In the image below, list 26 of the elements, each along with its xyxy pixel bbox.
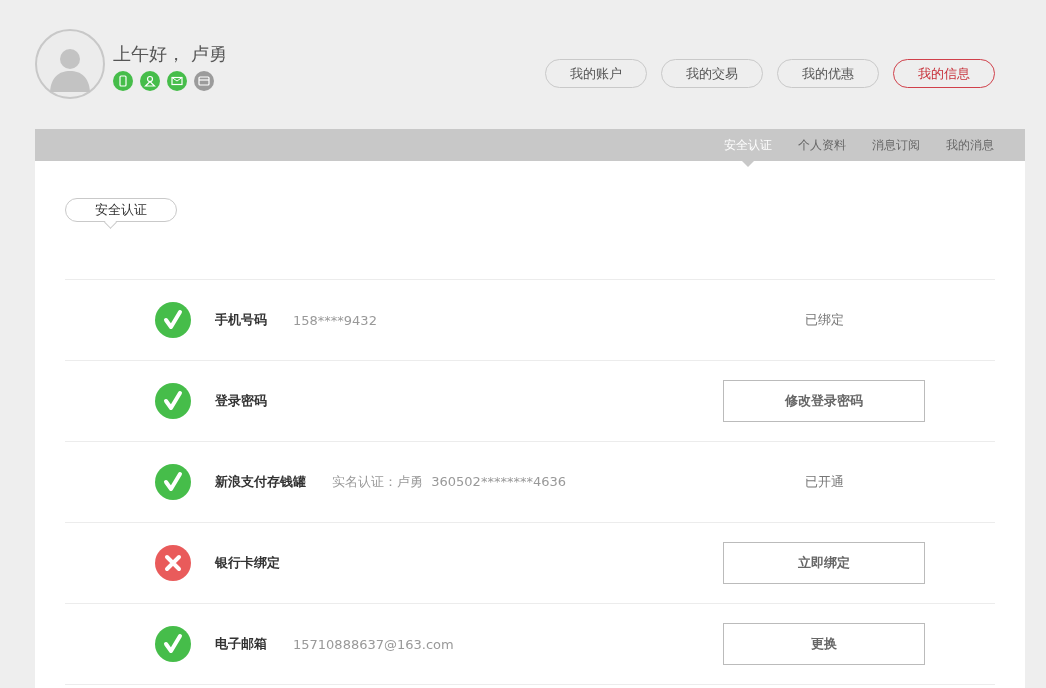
person-icon[interactable] bbox=[140, 71, 160, 91]
nav-button[interactable]: 我的优惠 bbox=[777, 59, 879, 88]
card-icon[interactable] bbox=[194, 71, 214, 91]
status-text: 已开通 bbox=[804, 473, 844, 491]
item-label: 新浪支付存钱罐 bbox=[215, 473, 306, 491]
item-label: 手机号码 bbox=[215, 311, 267, 329]
envelope-icon[interactable] bbox=[167, 71, 187, 91]
item-detail: 15710888637@163.com bbox=[293, 636, 454, 652]
phone-icon[interactable] bbox=[113, 71, 133, 91]
tab[interactable]: 个人资料 bbox=[787, 129, 857, 161]
tab[interactable]: 我的消息 bbox=[935, 129, 1005, 161]
action-button[interactable]: 更换 bbox=[723, 623, 925, 665]
nav-button[interactable]: 我的信息 bbox=[893, 59, 995, 88]
nav-button[interactable]: 我的账户 bbox=[545, 59, 647, 88]
item-detail: 实名认证：卢勇 360502********4636 bbox=[332, 473, 566, 491]
action-button[interactable]: 立即绑定 bbox=[723, 542, 925, 584]
action-button[interactable]: 修改登录密码 bbox=[723, 380, 925, 422]
avatar-silhouette-icon bbox=[35, 29, 105, 99]
item-label: 登录密码 bbox=[215, 392, 267, 410]
greeting: 上午好， 卢勇 bbox=[113, 42, 227, 66]
item-label: 银行卡绑定 bbox=[215, 554, 280, 572]
item-label: 电子邮箱 bbox=[215, 635, 267, 653]
tab[interactable]: 消息订阅 bbox=[861, 129, 931, 161]
item-detail: 158****9432 bbox=[293, 312, 377, 328]
status-text: 已绑定 bbox=[804, 311, 844, 329]
nav-button[interactable]: 我的交易 bbox=[661, 59, 763, 88]
